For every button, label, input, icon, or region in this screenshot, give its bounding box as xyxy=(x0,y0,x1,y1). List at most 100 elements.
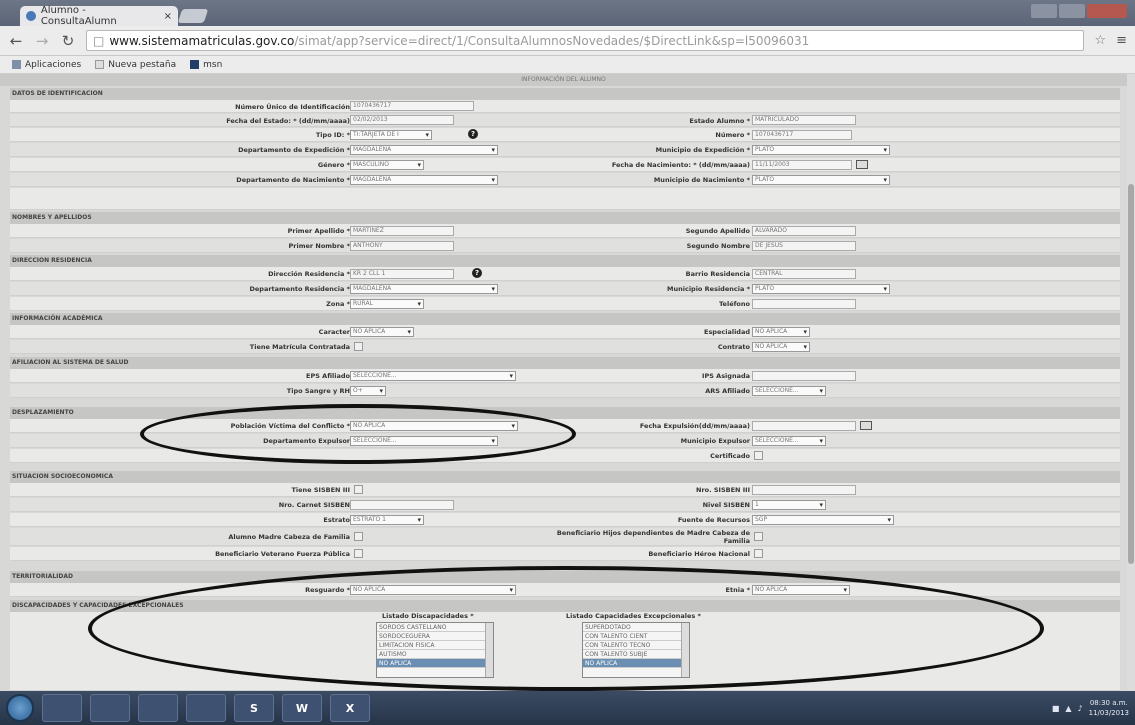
resguardo-select[interactable]: NO APLICA xyxy=(350,585,516,595)
fecha-expulsion-field[interactable] xyxy=(752,421,856,431)
reload-icon[interactable]: ↻ xyxy=(60,32,76,50)
list-item[interactable]: CON TALENTO SUBJE xyxy=(583,650,689,659)
scrollbar[interactable] xyxy=(681,623,689,677)
capacidades-label: Listado Capacidades Excepcionales * xyxy=(566,612,701,620)
language-icon[interactable]: ■ xyxy=(1052,704,1060,713)
help-icon[interactable]: ? xyxy=(468,129,478,139)
eps-select[interactable]: SELECCIONE... xyxy=(350,371,516,381)
list-item-selected[interactable]: NO APLICA xyxy=(583,659,689,668)
tiene-sisben-checkbox[interactable] xyxy=(354,485,363,494)
close-window-button[interactable] xyxy=(1087,4,1127,18)
help-icon[interactable]: ? xyxy=(472,268,482,278)
forward-arrow-icon[interactable]: → xyxy=(34,32,50,50)
list-item[interactable]: SORDOCEGUERA xyxy=(377,632,493,641)
sangre-select[interactable]: O+ xyxy=(350,386,386,396)
taskbar-app-skype[interactable]: S xyxy=(234,694,274,722)
telefono-field[interactable] xyxy=(752,299,856,309)
primer-nombre-field[interactable]: ANTHONY xyxy=(350,241,454,251)
estrato-select[interactable]: ESTRATO 1 xyxy=(350,515,424,525)
mun-nac-select[interactable]: PLATO xyxy=(752,175,890,185)
taskbar-app-ie[interactable] xyxy=(42,694,82,722)
fecha-nac-field[interactable]: 11/11/2003 xyxy=(752,160,852,170)
page-scrollbar[interactable] xyxy=(1127,74,1135,691)
num-id-field[interactable]: 1070436717 xyxy=(350,101,474,111)
etnia-select[interactable]: NO APLICA xyxy=(752,585,850,595)
barrio-field[interactable]: CENTRAL xyxy=(752,269,856,279)
ips-field[interactable] xyxy=(752,371,856,381)
address-bar[interactable]: □ www.sistemamatriculas.gov.co /simat/ap… xyxy=(86,30,1085,51)
depto-expulsor-select[interactable]: SELECCIONE... xyxy=(350,436,498,446)
list-item[interactable]: SUPERDOTADO xyxy=(583,623,689,632)
taskbar-app-media[interactable] xyxy=(90,694,130,722)
carnet-field[interactable] xyxy=(350,500,454,510)
bookmark-new-tab[interactable]: Nueva pestaña xyxy=(95,60,176,70)
scrollbar-thumb[interactable] xyxy=(1128,184,1134,564)
menu-icon[interactable]: ≡ xyxy=(1116,33,1127,48)
primer-apellido-field[interactable]: MARTINEZ xyxy=(350,226,454,236)
ars-select[interactable]: SELECCIONE... xyxy=(752,386,826,396)
apps-grid-icon xyxy=(12,60,21,69)
minimize-button[interactable] xyxy=(1031,4,1057,18)
numero-field[interactable]: 1070436717 xyxy=(752,130,852,140)
back-arrow-icon[interactable]: ← xyxy=(8,32,24,50)
fuente-select[interactable]: SGP xyxy=(752,515,894,525)
segundo-nombre-field[interactable]: DE JESUS xyxy=(752,241,856,251)
heroe-checkbox[interactable] xyxy=(754,549,763,558)
direccion-field[interactable]: KR 2 CLL 1 xyxy=(350,269,454,279)
taskbar-app-word[interactable]: W xyxy=(282,694,322,722)
list-item[interactable]: LIMITACION FISICA xyxy=(377,641,493,650)
calendar-icon[interactable] xyxy=(856,160,868,169)
bookmark-star-icon[interactable]: ☆ xyxy=(1094,33,1106,48)
volume-icon[interactable]: ♪ xyxy=(1078,704,1083,713)
certificado-checkbox[interactable] xyxy=(754,451,763,460)
bookmark-msn[interactable]: msn xyxy=(190,60,222,70)
list-item[interactable]: CON TALENTO CIENT xyxy=(583,632,689,641)
segundo-apellido-field[interactable]: ALVARADO xyxy=(752,226,856,236)
scrollbar[interactable] xyxy=(485,623,493,677)
tipo-id-select[interactable]: TI:TARJETA DE I xyxy=(350,130,432,140)
list-item-selected[interactable]: NO APLICA xyxy=(377,659,493,668)
row-resguardo: Resguardo * NO APLICA Etnia * NO APLICA xyxy=(10,583,1120,597)
calendar-icon[interactable] xyxy=(860,421,872,430)
depto-res-label: Departamento Residencia * xyxy=(249,285,350,293)
start-button[interactable] xyxy=(6,694,34,722)
list-item[interactable]: CON TALENTO TECNO xyxy=(583,641,689,650)
capacidades-listbox[interactable]: SUPERDOTADO CON TALENTO CIENT CON TALENT… xyxy=(582,622,690,678)
new-tab-button[interactable] xyxy=(177,9,209,23)
depto-exp-select[interactable]: MAGDALENA xyxy=(350,145,498,155)
mun-res-select[interactable]: PLATO xyxy=(752,284,890,294)
depto-nac-label: Departamento de Nacimiento * xyxy=(236,176,350,184)
depto-res-select[interactable]: MAGDALENA xyxy=(350,284,498,294)
list-item[interactable]: SORDOS CASTELLANO xyxy=(377,623,493,632)
zona-select[interactable]: RURAL xyxy=(350,299,424,309)
taskbar-app-excel[interactable]: X xyxy=(330,694,370,722)
beneficiario-hijos-checkbox[interactable] xyxy=(754,532,763,541)
fecha-estado-field[interactable]: 02/02/2013 xyxy=(350,115,454,125)
especialidad-select[interactable]: NO APLICA xyxy=(752,327,810,337)
victima-select[interactable]: NO APLICA xyxy=(350,421,518,431)
favicon-icon xyxy=(26,11,36,21)
matricula-contratada-label: Tiene Matrícula Contratada xyxy=(249,343,350,351)
clock[interactable]: 08:30 a.m. 11/03/2013 xyxy=(1089,698,1129,718)
genero-select[interactable]: MASCULINO xyxy=(350,160,424,170)
mun-exp-select[interactable]: PLATO xyxy=(752,145,890,155)
discapacidades-listbox[interactable]: SORDOS CASTELLANO SORDOCEGUERA LIMITACIO… xyxy=(376,622,494,678)
caracter-select[interactable]: NO APLICA xyxy=(350,327,414,337)
veterano-checkbox[interactable] xyxy=(354,549,363,558)
maximize-button[interactable] xyxy=(1059,4,1085,18)
nivel-sisben-select[interactable]: 1 xyxy=(752,500,826,510)
network-icon[interactable]: ▲ xyxy=(1065,704,1071,713)
estado-alumno-field[interactable]: MATRICULADO xyxy=(752,115,856,125)
taskbar-app-chrome[interactable] xyxy=(186,694,226,722)
close-tab-icon[interactable]: × xyxy=(164,11,172,22)
madre-cabeza-checkbox[interactable] xyxy=(354,532,363,541)
taskbar-app-folder[interactable] xyxy=(138,694,178,722)
browser-tab[interactable]: Alumno - ConsultaAlumn × xyxy=(20,5,178,27)
matricula-contratada-checkbox[interactable] xyxy=(354,342,363,351)
contrato-select[interactable]: NO APLICA xyxy=(752,342,810,352)
depto-nac-select[interactable]: MAGDALENA xyxy=(350,175,498,185)
nro-sisben-field[interactable] xyxy=(752,485,856,495)
mun-expulsor-select[interactable]: SELECCIONE... xyxy=(752,436,826,446)
bookmark-apps[interactable]: Aplicaciones xyxy=(12,60,81,70)
list-item[interactable]: AUTISMO xyxy=(377,650,493,659)
